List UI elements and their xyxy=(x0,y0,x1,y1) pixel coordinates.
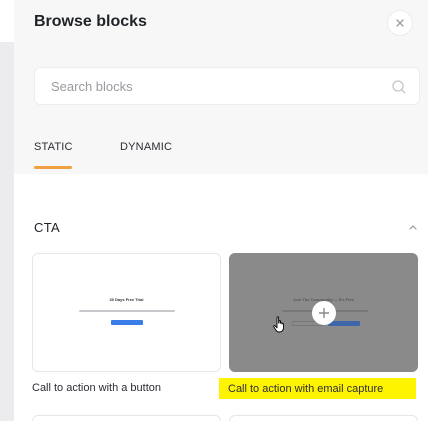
plus-icon xyxy=(318,307,330,319)
close-icon xyxy=(396,19,404,27)
search-icon[interactable] xyxy=(391,79,407,95)
block-card-partial[interactable] xyxy=(32,415,221,421)
preview-button xyxy=(328,321,360,326)
tab-static[interactable]: STATIC xyxy=(34,140,72,170)
page-backdrop xyxy=(0,0,14,421)
dialog-header: Browse blocks STATIC DYNAMIC xyxy=(14,0,428,174)
add-block-button[interactable] xyxy=(312,301,336,325)
search-box xyxy=(34,67,420,105)
hand-pointer-icon xyxy=(273,316,284,333)
page-edge xyxy=(0,0,14,42)
section-header-cta[interactable]: CTA xyxy=(34,218,418,236)
tab-bar: STATIC DYNAMIC xyxy=(34,140,172,174)
dialog-title: Browse blocks xyxy=(34,13,147,30)
preview-button xyxy=(111,320,143,325)
block-caption-highlighted: Call to action with email capture xyxy=(219,378,416,399)
preview-title: 30 Days Free Trial xyxy=(109,297,144,302)
block-card-cta-button[interactable]: 30 Days Free Trial xyxy=(32,253,221,372)
close-button[interactable] xyxy=(387,10,413,36)
block-caption: Call to action with a button xyxy=(32,382,162,394)
block-card-cta-email-capture[interactable]: Join The Community — It's Free xyxy=(229,253,418,372)
search-input[interactable] xyxy=(51,78,371,94)
chevron-up-icon[interactable] xyxy=(408,223,418,231)
tab-dynamic[interactable]: DYNAMIC xyxy=(120,140,172,170)
section-title: CTA xyxy=(34,219,60,235)
browse-blocks-dialog: Browse blocks STATIC DYNAMIC CTA 30 Days… xyxy=(14,0,428,421)
block-card-partial[interactable] xyxy=(229,415,418,421)
preview-subtitle-line xyxy=(79,310,175,312)
